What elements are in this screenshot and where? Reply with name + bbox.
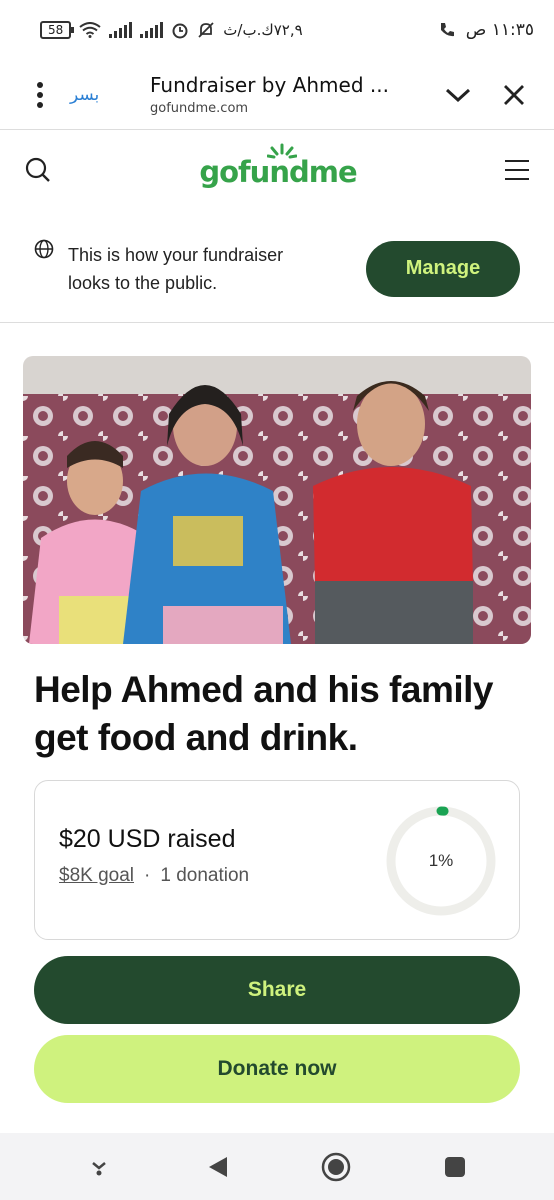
home-icon[interactable] bbox=[316, 1147, 356, 1187]
progress-percent: 1% bbox=[428, 851, 454, 870]
search-icon[interactable] bbox=[24, 156, 52, 188]
chevron-down-icon[interactable] bbox=[438, 75, 478, 115]
amount-raised: $20 USD raised bbox=[59, 825, 236, 853]
wifi-icon bbox=[79, 22, 101, 38]
alarm-icon bbox=[172, 23, 188, 39]
signal-icon bbox=[140, 22, 164, 38]
recents-icon[interactable] bbox=[435, 1147, 475, 1187]
logo-text: gofundme bbox=[199, 155, 357, 189]
clock: ١١:٣٥ ص bbox=[465, 20, 534, 40]
manage-button[interactable]: Manage bbox=[366, 240, 520, 297]
donate-now-button[interactable]: Donate now bbox=[34, 1035, 520, 1103]
separator: · bbox=[144, 865, 151, 886]
public-view-notice: This is how your fundraiser looks to the… bbox=[0, 215, 554, 323]
data-speed: ٧٢,٩ك.ب/ث bbox=[223, 21, 303, 39]
goal-line: $8K goal · 1 donation bbox=[59, 865, 249, 887]
fundraiser-photo[interactable] bbox=[23, 356, 531, 644]
close-icon[interactable] bbox=[494, 75, 534, 115]
logo-sun-icon bbox=[267, 143, 298, 159]
browser-bar: بسر Fundraiser by Ahmed ... gofundme.com bbox=[0, 60, 554, 130]
menu-dots-icon[interactable] bbox=[20, 81, 60, 108]
fundraiser-title: Help Ahmed and his family get food and d… bbox=[34, 669, 494, 758]
goal-link[interactable]: $8K goal bbox=[59, 865, 134, 887]
globe-icon bbox=[34, 239, 54, 263]
page-url: gofundme.com bbox=[150, 101, 249, 116]
keyboard-hide-icon[interactable] bbox=[79, 1147, 119, 1187]
status-bar: 58 ٧٢,٩ك.ب/ث ١١:٣٥ ص bbox=[0, 0, 554, 60]
hamburger-menu-icon[interactable] bbox=[504, 159, 530, 185]
page-title: Fundraiser by Ahmed ... bbox=[150, 73, 389, 97]
site-header: gofundme bbox=[0, 131, 554, 213]
tab-owner: بسر bbox=[70, 84, 100, 105]
status-right: ١١:٣٥ ص bbox=[438, 20, 534, 40]
signal-icon bbox=[109, 22, 133, 38]
battery-icon: 58 bbox=[40, 21, 75, 39]
share-button[interactable]: Share bbox=[34, 956, 520, 1024]
progress-card: $20 USD raised $8K goal · 1 donation 1% bbox=[34, 780, 520, 940]
gofundme-logo[interactable]: gofundme bbox=[199, 143, 358, 189]
notice-text: This is how your fundraiser looks to the… bbox=[68, 244, 284, 293]
system-nav-bar bbox=[0, 1133, 554, 1200]
back-icon[interactable] bbox=[198, 1147, 238, 1187]
page-title-block: Fundraiser by Ahmed ... gofundme.com bbox=[150, 73, 390, 116]
status-left: 58 ٧٢,٩ك.ب/ث bbox=[40, 21, 303, 39]
mute-icon bbox=[198, 22, 214, 38]
call-icon bbox=[440, 23, 454, 37]
donation-count[interactable]: 1 donation bbox=[160, 865, 249, 887]
